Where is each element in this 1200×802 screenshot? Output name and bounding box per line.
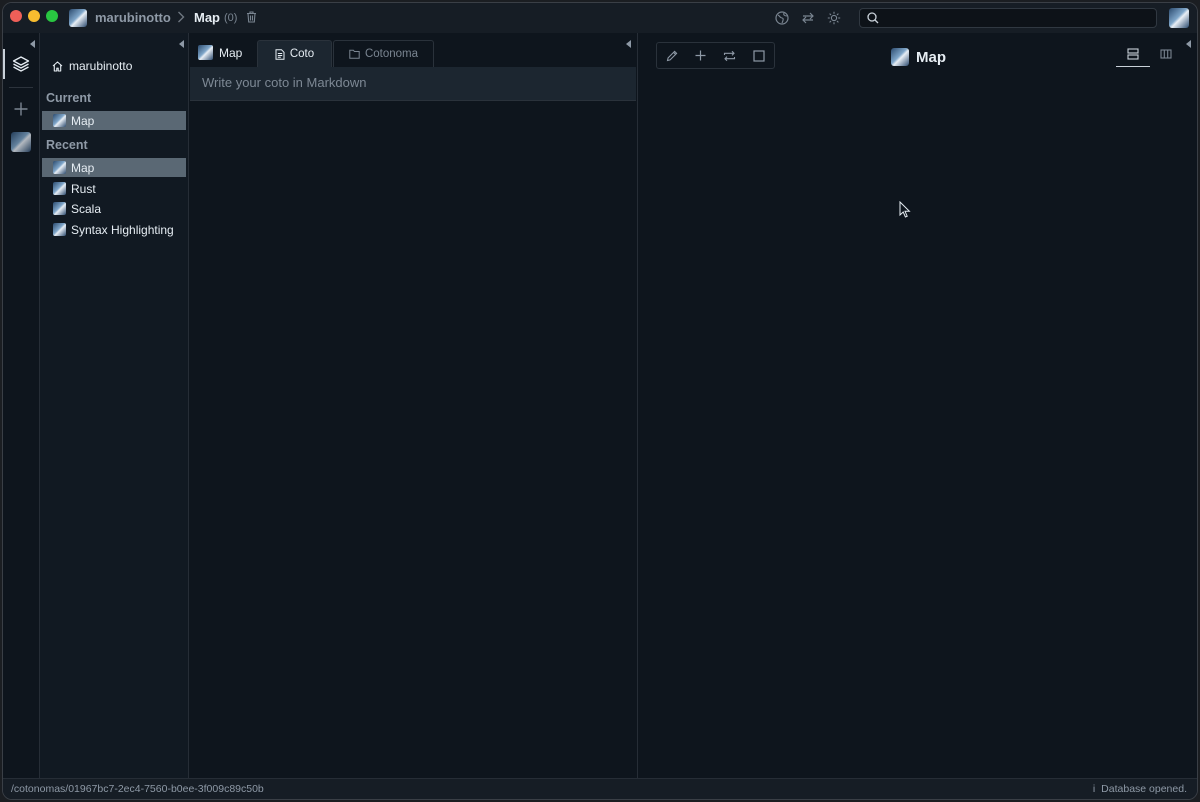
folder-icon: [349, 49, 360, 59]
left-rail: [3, 33, 40, 779]
cotonoma-icon: [53, 182, 66, 195]
sidebar-heading-recent: Recent: [46, 138, 88, 152]
sidebar-item-label: Map: [71, 160, 95, 175]
view-columns-button[interactable]: [1149, 42, 1183, 66]
minimize-window-button[interactable]: [28, 10, 40, 22]
sidebar-item-current-map[interactable]: Map: [42, 111, 186, 130]
repeat-icon: [723, 50, 736, 61]
rail-add-button[interactable]: [3, 101, 39, 122]
sidebar: marubinotto Current Map Recent Map Rust …: [40, 33, 189, 779]
coto-count: (0): [224, 12, 238, 24]
collapse-main-icon[interactable]: [1186, 40, 1192, 48]
sidebar-item-label: Scala: [71, 201, 102, 216]
cotonoma-icon: [53, 161, 66, 174]
globe-icon[interactable]: [775, 11, 789, 25]
collapse-left-icon[interactable]: [30, 40, 36, 48]
app-window: marubinotto Map (0) marubinotto Current …: [2, 2, 1198, 800]
sidebar-item-recent-scala[interactable]: Scala: [42, 199, 186, 218]
node-avatar-icon[interactable]: [69, 9, 87, 27]
frame-button[interactable]: [744, 43, 773, 68]
page-title: Map: [891, 48, 946, 66]
tab-cotonoma[interactable]: Cotonoma: [333, 40, 434, 67]
info-icon: i: [1092, 783, 1096, 795]
editor-title-label: Map: [219, 45, 243, 60]
breadcrumb-current[interactable]: Map: [194, 10, 220, 25]
columns-icon: [1160, 49, 1172, 59]
layers-icon: [12, 56, 30, 72]
rail-divider: [9, 87, 33, 88]
title-bar: marubinotto Map (0): [3, 3, 1197, 34]
cotonoma-icon: [198, 45, 213, 60]
cotonoma-icon: [53, 114, 66, 127]
sidebar-item-recent-syntax-highlighting[interactable]: Syntax Highlighting: [42, 220, 186, 239]
page-title-label: Map: [916, 48, 946, 66]
sidebar-item-label: Map: [71, 113, 95, 128]
rail-layers-button[interactable]: [3, 55, 39, 78]
tab-label: Cotonoma: [364, 48, 419, 60]
coto-input[interactable]: Write your coto in Markdown: [190, 67, 636, 101]
sidebar-home-link[interactable]: marubinotto: [52, 59, 132, 73]
sun-icon[interactable]: [827, 11, 841, 25]
editor-pane: Map Coto Cotonoma Write your coto in Mar…: [189, 33, 638, 779]
document-icon: [275, 48, 285, 60]
sidebar-home-label: marubinotto: [69, 59, 133, 73]
zoom-window-button[interactable]: [46, 10, 58, 22]
sidebar-item-label: Syntax Highlighting: [71, 222, 174, 237]
rail-node-button[interactable]: [3, 132, 39, 157]
add-button[interactable]: [686, 43, 715, 68]
search-input[interactable]: [884, 10, 1156, 28]
main-pane: Map: [638, 33, 1197, 779]
pencil-icon: [666, 50, 677, 61]
sidebar-item-label: Rust: [71, 181, 96, 196]
editor-cotonoma-title: Map: [198, 45, 242, 60]
trash-icon[interactable]: [246, 11, 257, 23]
status-bar: /cotonomas/01967bc7-2ec4-7560-b0ee-3f009…: [3, 778, 1197, 799]
swap-arrows-icon[interactable]: [801, 11, 815, 25]
plus-icon: [695, 50, 706, 61]
status-path: /cotonomas/01967bc7-2ec4-7560-b0ee-3f009…: [11, 783, 264, 795]
search-box[interactable]: [859, 8, 1157, 28]
plus-icon: [14, 102, 28, 116]
cotonoma-icon: [53, 223, 66, 236]
status-message: i Database opened.: [1093, 783, 1187, 795]
tab-coto[interactable]: Coto: [257, 40, 332, 67]
tab-label: Coto: [289, 48, 315, 60]
user-avatar[interactable]: [1169, 8, 1189, 28]
status-message-text: Database opened.: [1101, 783, 1187, 795]
cotonoma-icon: [53, 202, 66, 215]
edit-button[interactable]: [657, 43, 686, 68]
collapse-editor-icon[interactable]: [626, 40, 632, 48]
view-stacked-button[interactable]: [1116, 42, 1150, 67]
square-icon: [752, 49, 765, 62]
node-avatar-icon: [11, 132, 31, 152]
close-window-button[interactable]: [10, 10, 22, 22]
home-icon: [52, 60, 63, 72]
map-toolbar: [656, 42, 775, 69]
rows-icon: [1127, 48, 1139, 60]
sidebar-item-recent-map[interactable]: Map: [42, 158, 186, 177]
sidebar-item-recent-rust[interactable]: Rust: [42, 179, 186, 198]
breadcrumb-user[interactable]: marubinotto: [95, 10, 171, 25]
repeat-button[interactable]: [715, 43, 744, 68]
cotonoma-icon: [891, 48, 909, 66]
mouse-cursor-icon: [899, 201, 911, 218]
search-icon: [867, 12, 879, 24]
sidebar-heading-current: Current: [46, 91, 92, 105]
chevron-right-icon: [178, 11, 185, 23]
collapse-sidebar-icon[interactable]: [179, 40, 185, 48]
